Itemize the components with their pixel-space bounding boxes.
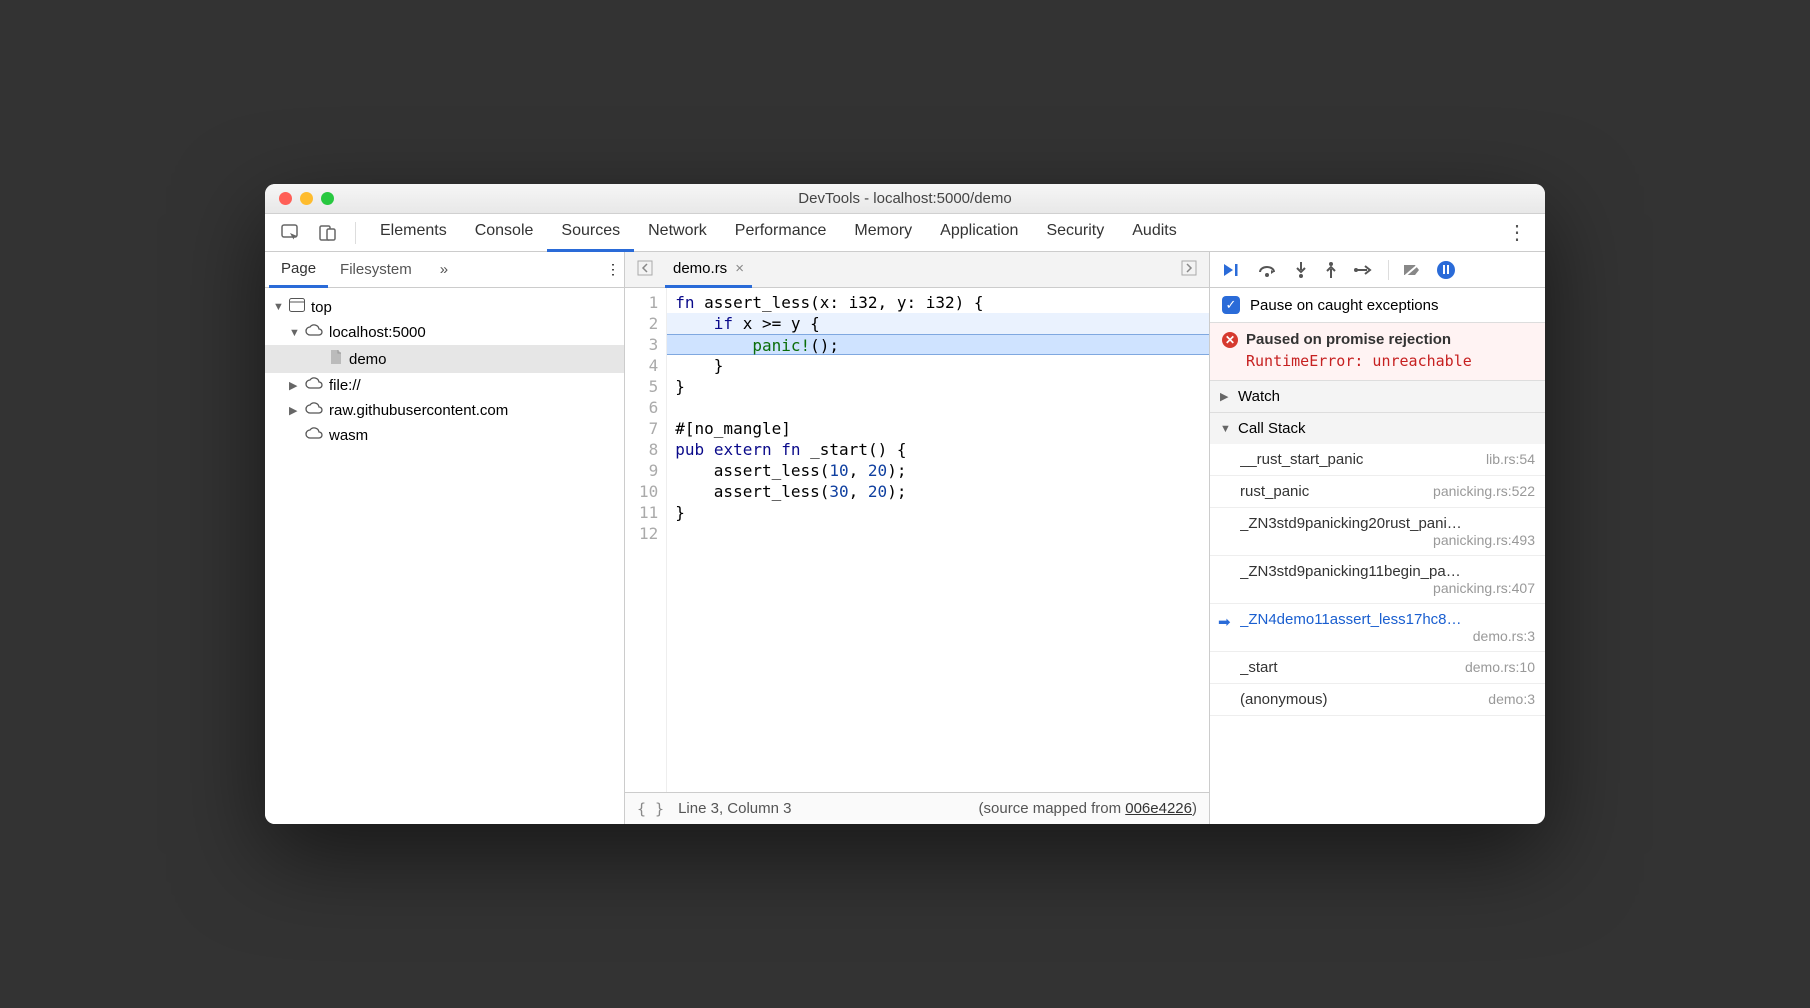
call-stack-list: __rust_start_paniclib.rs:54rust_panicpan… <box>1210 444 1545 716</box>
current-frame-arrow-icon: ➡ <box>1218 613 1231 631</box>
source-mapped-label: (source mapped from 006e4226) <box>979 800 1197 817</box>
code-line[interactable]: } <box>667 355 1209 376</box>
device-toolbar-icon[interactable] <box>311 218 345 248</box>
sidebar-tab-page[interactable]: Page <box>269 252 328 288</box>
editor-tab-demo[interactable]: demo.rs × <box>665 252 752 288</box>
titlebar: DevTools - localhost:5000/demo <box>265 184 1545 214</box>
cloud-icon <box>305 427 323 444</box>
stack-frame[interactable]: (anonymous)demo:3 <box>1210 684 1545 716</box>
watch-section-header[interactable]: Watch <box>1210 381 1545 412</box>
step-button[interactable] <box>1352 260 1376 280</box>
sidebar-more-icon[interactable]: ⋮ <box>606 261 620 278</box>
stack-frame[interactable]: rust_panicpanicking.rs:522 <box>1210 476 1545 508</box>
editor-footer: { } Line 3, Column 3 (source mapped from… <box>625 792 1209 824</box>
tree-file-scheme[interactable]: file:// <box>265 373 624 398</box>
window-title: DevTools - localhost:5000/demo <box>265 190 1545 207</box>
main-tab-elements[interactable]: Elements <box>366 213 461 252</box>
sidebar-tab-filesystem[interactable]: Filesystem <box>328 253 424 286</box>
stack-frame[interactable]: __rust_start_paniclib.rs:54 <box>1210 444 1545 476</box>
editor-tab-label: demo.rs <box>673 260 727 277</box>
step-over-button[interactable] <box>1256 260 1280 280</box>
code-line[interactable]: fn assert_less(x: i32, y: i32) { <box>667 292 1209 313</box>
paused-title: Paused on promise rejection <box>1246 331 1451 348</box>
main-tab-performance[interactable]: Performance <box>721 213 841 252</box>
code-area[interactable]: 123456789101112 fn assert_less(x: i32, y… <box>625 288 1209 792</box>
pause-exceptions-button[interactable] <box>1435 259 1457 281</box>
code-line[interactable] <box>667 523 1209 544</box>
file-tree: top localhost:5000 demo file:// <box>265 288 624 824</box>
pause-on-caught-label: Pause on caught exceptions <box>1250 297 1438 314</box>
cloud-icon <box>305 402 323 419</box>
pretty-print-icon[interactable]: { } <box>637 800 664 818</box>
tree-top-label: top <box>311 299 332 316</box>
paused-banner: ✕ Paused on promise rejection RuntimeErr… <box>1210 323 1545 381</box>
sidebar-tabs: Page Filesystem » ⋮ <box>265 252 624 288</box>
pause-on-caught-checkbox[interactable]: ✓ <box>1222 296 1240 314</box>
tree-raw-label: raw.githubusercontent.com <box>329 402 508 419</box>
main-tab-memory[interactable]: Memory <box>840 213 926 252</box>
main-tab-console[interactable]: Console <box>461 213 548 252</box>
code-line[interactable]: if x >= y { <box>667 313 1209 334</box>
sources-sidebar: Page Filesystem » ⋮ top localhost:5000 <box>265 252 625 824</box>
code-line[interactable]: } <box>667 376 1209 397</box>
main-tab-security[interactable]: Security <box>1032 213 1118 252</box>
code-line[interactable]: pub extern fn _start() { <box>667 439 1209 460</box>
deactivate-breakpoints-button[interactable] <box>1401 260 1423 280</box>
main-tab-network[interactable]: Network <box>634 213 721 252</box>
editor-nav-forward-icon[interactable] <box>1177 256 1201 283</box>
step-out-button[interactable] <box>1322 259 1340 281</box>
code-line[interactable]: panic!(); <box>667 334 1209 355</box>
tree-raw-github[interactable]: raw.githubusercontent.com <box>265 398 624 423</box>
code-line[interactable]: assert_less(30, 20); <box>667 481 1209 502</box>
main-tab-sources[interactable]: Sources <box>547 213 634 252</box>
stack-frame[interactable]: _ZN3std9panicking20rust_pani…panicking.r… <box>1210 508 1545 556</box>
error-icon: ✕ <box>1222 332 1238 348</box>
editor-nav-back-icon[interactable] <box>633 256 657 283</box>
code-content[interactable]: fn assert_less(x: i32, y: i32) { if x >=… <box>667 288 1209 792</box>
tree-wasm-label: wasm <box>329 427 368 444</box>
debugger-toolbar <box>1210 252 1545 288</box>
stack-frame[interactable]: _startdemo.rs:10 <box>1210 652 1545 684</box>
resume-button[interactable] <box>1220 260 1244 280</box>
main-toolbar: ElementsConsoleSourcesNetworkPerformance… <box>265 214 1545 252</box>
stack-frame[interactable]: ➡_ZN4demo11assert_less17hc8…demo.rs:3 <box>1210 604 1545 652</box>
watch-label: Watch <box>1238 388 1280 405</box>
callstack-section-header[interactable]: Call Stack <box>1210 413 1545 444</box>
editor-tabbar: demo.rs × <box>625 252 1209 288</box>
stack-frame[interactable]: _ZN3std9panicking11begin_pa…panicking.rs… <box>1210 556 1545 604</box>
close-tab-icon[interactable]: × <box>735 260 744 277</box>
tree-host-label: localhost:5000 <box>329 324 426 341</box>
pause-on-caught-row[interactable]: ✓ Pause on caught exceptions <box>1210 288 1545 322</box>
tree-wasm[interactable]: wasm <box>265 423 624 448</box>
step-into-button[interactable] <box>1292 259 1310 281</box>
main-tab-application[interactable]: Application <box>926 213 1032 252</box>
tree-file-demo[interactable]: demo <box>265 345 624 373</box>
code-line[interactable]: assert_less(10, 20); <box>667 460 1209 481</box>
source-map-link[interactable]: 006e4226 <box>1125 800 1192 817</box>
tree-top[interactable]: top <box>265 294 624 320</box>
callstack-label: Call Stack <box>1238 420 1306 437</box>
window-icon <box>289 298 305 316</box>
tree-host[interactable]: localhost:5000 <box>265 320 624 345</box>
sidebar-tabs-more[interactable]: » <box>428 253 460 286</box>
main-tab-audits[interactable]: Audits <box>1118 213 1190 252</box>
debugger-panel: ✓ Pause on caught exceptions ✕ Paused on… <box>1210 252 1545 824</box>
cloud-icon <box>305 324 323 341</box>
tree-file-label: file:// <box>329 377 361 394</box>
devtools-window: DevTools - localhost:5000/demo ElementsC… <box>265 184 1545 824</box>
code-line[interactable]: #[no_mangle] <box>667 418 1209 439</box>
cloud-icon <box>305 377 323 394</box>
inspect-element-icon[interactable] <box>273 218 307 248</box>
cursor-position: Line 3, Column 3 <box>678 800 791 817</box>
file-icon <box>329 349 343 369</box>
line-gutter: 123456789101112 <box>625 288 667 792</box>
code-line[interactable]: } <box>667 502 1209 523</box>
code-editor: demo.rs × 123456789101112 fn assert_less… <box>625 252 1210 824</box>
tree-demo-label: demo <box>349 351 387 368</box>
code-line[interactable] <box>667 397 1209 418</box>
paused-detail: RuntimeError: unreachable <box>1246 352 1533 370</box>
more-options-icon[interactable]: ⋮ <box>1497 220 1537 245</box>
